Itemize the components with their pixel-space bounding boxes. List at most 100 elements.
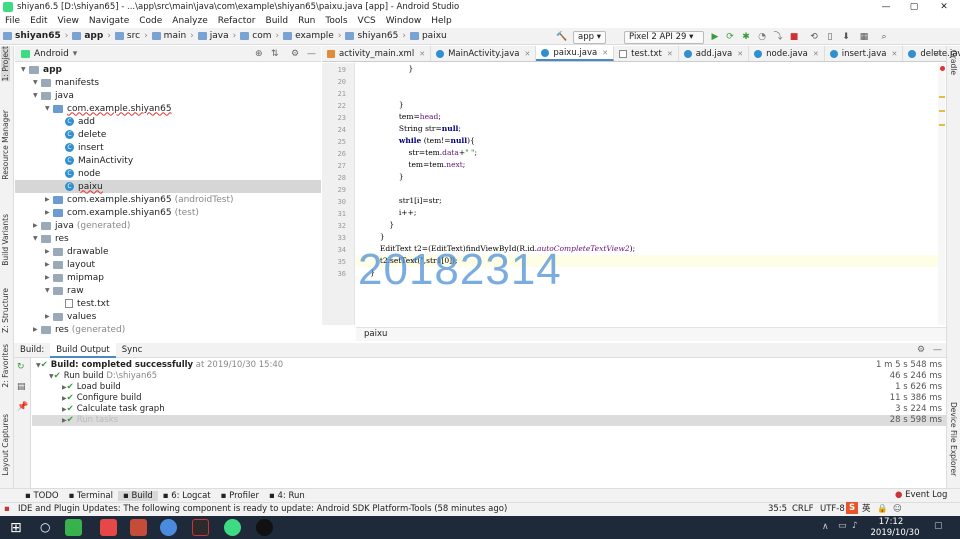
clock-time[interactable]: 17:12 [866,517,916,527]
tree-item[interactable]: ▶ java (generated) [33,219,321,232]
wechat-icon[interactable] [65,519,82,536]
tree-item[interactable]: Cadd [57,115,321,128]
build-row[interactable]: ▶✔ Load build 1 s 626 ms [32,382,946,393]
tree-item[interactable]: ▼ res [33,232,321,245]
tree-item[interactable]: ▶ res (generated) [33,323,321,336]
attach-debugger-icon[interactable]: ⤵ [772,31,784,43]
tree-item[interactable]: ▼ raw [45,284,321,297]
breadcrumb-item[interactable]: src [112,31,143,41]
toggle-view-icon[interactable]: ▤ [17,382,26,392]
code-breadcrumb[interactable]: paixu [356,327,946,341]
expand-arrow-icon[interactable]: ▼ [21,66,29,73]
jetbrains-icon[interactable] [192,519,209,536]
collapse-arrow-icon[interactable]: ▶ [45,261,53,268]
side-tab[interactable]: Layout Captures [1,414,10,476]
line-separator[interactable]: CRLF [792,503,813,516]
menu-file[interactable]: File [0,16,25,26]
collapse-icon[interactable]: ⇅ [271,49,279,59]
tree-item[interactable]: Cpaixu [15,180,321,193]
menu-run[interactable]: Run [293,16,320,26]
run-config-select[interactable]: app ▾ [573,31,606,44]
qq-icon[interactable] [256,519,273,536]
expand-arrow-icon[interactable]: ▼ [33,235,41,242]
close-tab-icon[interactable]: ✕ [602,49,608,57]
menu-analyze[interactable]: Analyze [167,16,212,26]
tool-window-button[interactable]: ▪ Profiler [216,491,264,501]
breadcrumb-item[interactable]: com [237,31,274,41]
tool-window-button[interactable]: ▪ 4: Run [264,491,310,501]
close-tab-icon[interactable]: ✕ [813,50,819,58]
side-tab[interactable]: Resource Manager [1,110,10,180]
warning-marker[interactable] [939,124,945,126]
chevron-down-icon[interactable]: ▾ [73,49,78,59]
gear-icon[interactable]: ⚙ [291,49,299,59]
editor-tab[interactable]: add.java ✕ [679,46,750,61]
clock-date[interactable]: 2019/10/30 [866,528,924,538]
tool-window-button[interactable]: ▪ TODO [20,491,64,501]
gear-icon[interactable]: ⚙ [917,345,925,355]
tool-window-button[interactable]: ▪ Terminal [64,491,118,501]
run-icon[interactable]: ▶ [709,31,721,43]
tree-item[interactable]: ▶ com.example.shiyan65 (androidTest) [45,193,321,206]
editor-tab[interactable]: insert.java ✕ [825,46,904,61]
device-select[interactable]: Pixel 2 API 29 ▾ [624,31,704,44]
close-tab-icon[interactable]: ✕ [524,50,530,58]
search-icon[interactable]: ⌕ [878,31,890,43]
editor-tab[interactable]: MainActivity.java ✕ [431,46,537,61]
breadcrumb-item[interactable]: example [280,31,337,41]
menu-help[interactable]: Help [426,16,457,26]
windows-start-icon[interactable]: ⊞ [10,520,22,536]
tree-item[interactable]: Cdelete [57,128,321,141]
side-tab[interactable]: Build Variants [1,214,10,266]
project-view-select[interactable]: Android [34,49,69,59]
tool-window-button[interactable]: ▪ Build [117,490,158,501]
sync-icon[interactable]: ⟲ [808,31,820,43]
game-app-icon[interactable] [130,519,147,536]
locate-icon[interactable]: ⊕ [255,49,263,59]
menu-navigate[interactable]: Navigate [84,16,134,26]
rerun-icon[interactable]: ↻ [17,362,25,372]
hide-panel-icon[interactable]: — [933,345,942,355]
tree-item[interactable]: ▶ drawable [45,245,321,258]
tree-item[interactable]: ▶ layout [45,258,321,271]
tree-item[interactable]: ▼ java [33,89,321,102]
menu-build[interactable]: Build [261,16,294,26]
search-icon[interactable]: ○ [40,520,50,534]
apply-changes-icon[interactable]: ⟳ [724,31,736,43]
sdk-manager-icon[interactable]: ⬇ [840,31,852,43]
build-row[interactable]: ▼✔ Run build D:\shiyan65 46 s 246 ms [32,371,946,382]
menu-code[interactable]: Code [134,16,167,26]
debug-icon[interactable]: ✱ [740,31,752,43]
expand-arrow-icon[interactable]: ▼ [33,79,41,86]
collapse-arrow-icon[interactable]: ▶ [45,313,53,320]
tree-item[interactable]: ▶ com.example.shiyan65 (test) [45,206,321,219]
build-tab[interactable]: Sync [116,343,149,358]
collapse-arrow-icon[interactable]: ▶ [33,326,41,333]
tree-item[interactable]: ▼ com.example.shiyan65 [45,102,321,115]
close-tab-icon[interactable]: ✕ [737,50,743,58]
close-tab-icon[interactable]: ✕ [667,50,673,58]
profile-icon[interactable]: ◔ [756,31,768,43]
menu-tools[interactable]: Tools [320,16,352,26]
collapse-arrow-icon[interactable]: ▶ [45,248,53,255]
menu-vcs[interactable]: VCS [353,16,381,26]
tool-window-button[interactable]: ▪ 6: Logcat [158,491,216,501]
tree-item[interactable]: Cinsert [57,141,321,154]
tree-item[interactable]: ▼ app [21,63,321,76]
stop-icon[interactable]: ■ [788,31,800,43]
side-tab[interactable]: 2: Favorites [1,344,10,388]
side-tab[interactable]: Z: Structure [1,288,10,333]
notification-icon[interactable]: ▪ [4,503,10,516]
collapse-arrow-icon[interactable]: ▶ [45,209,53,216]
tree-item[interactable]: ▶ mipmap [45,271,321,284]
editor-tab[interactable]: test.txt ✕ [614,46,679,61]
event-log-button[interactable]: ● Event Log [895,490,947,500]
maximize-button[interactable]: ▢ [900,0,928,14]
breadcrumb-item[interactable]: java [195,31,232,41]
breadcrumb-item[interactable]: main [149,31,190,41]
tree-item[interactable]: Cnode [57,167,321,180]
cursor-position[interactable]: 35:5 [768,503,787,516]
expand-arrow-icon[interactable]: ▼ [45,287,53,294]
lock-icon[interactable]: 🔒 [877,503,888,516]
editor-tab[interactable]: node.java ✕ [749,46,825,61]
